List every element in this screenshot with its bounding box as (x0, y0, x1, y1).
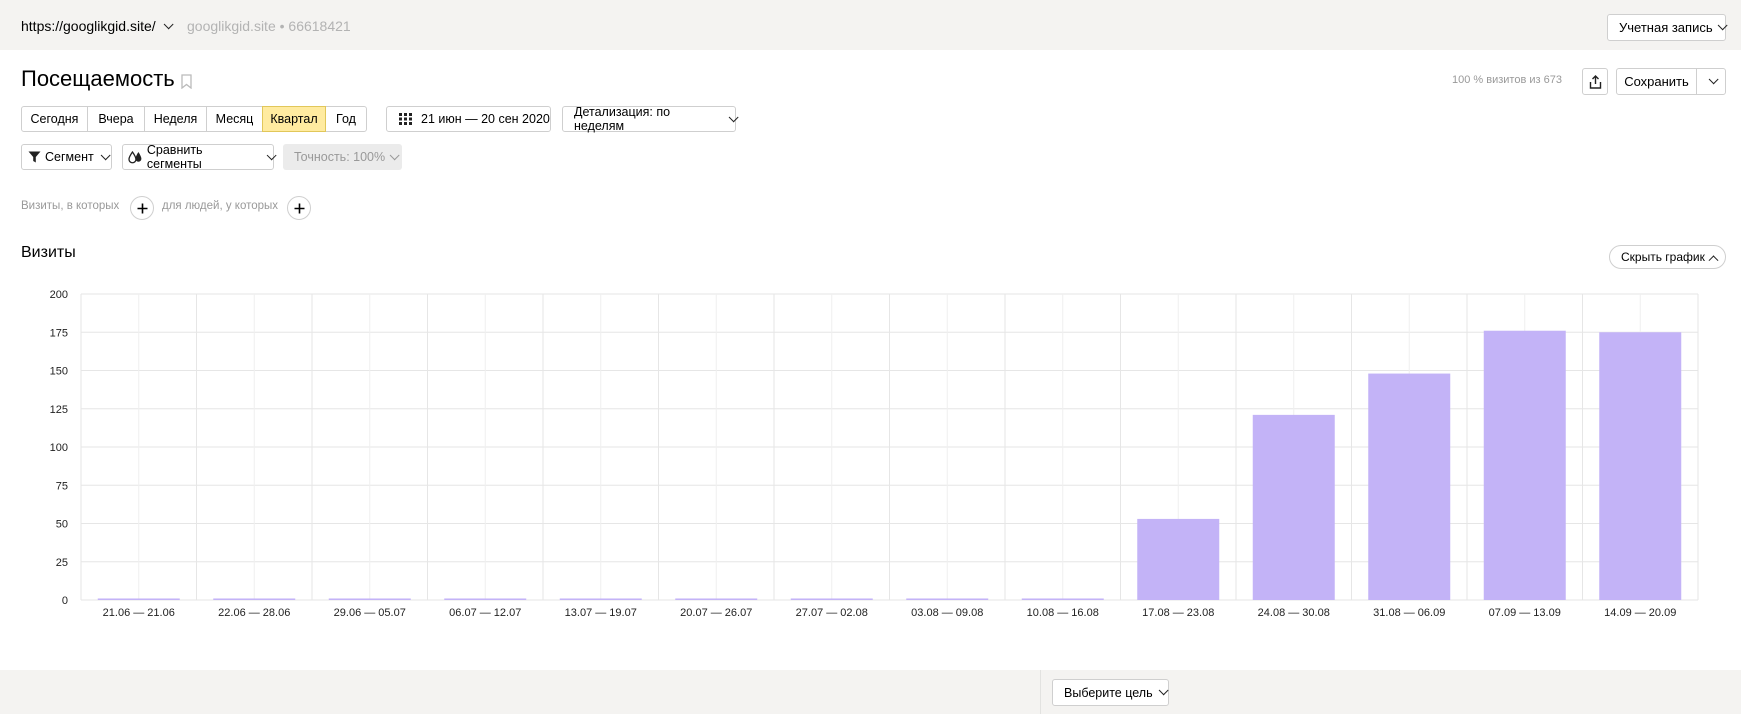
x-tick-label: 27.07 — 02.08 (796, 607, 868, 619)
chevron-up-icon (1708, 254, 1719, 265)
x-tick-label: 21.06 — 21.06 (103, 607, 175, 619)
save-button[interactable]: Сохранить (1616, 68, 1697, 95)
top-bar: https://googlikgid.site/ googlikgid.site… (0, 0, 1741, 50)
period-button[interactable]: Неделя (144, 106, 207, 132)
x-tick-label: 10.08 — 16.08 (1027, 607, 1099, 619)
save-menu-button[interactable] (1696, 68, 1726, 95)
bar (213, 598, 296, 600)
chevron-down-icon (1717, 20, 1728, 31)
visits-condition-label: Визиты, в которых (21, 200, 120, 212)
segment-label: Сегмент (45, 150, 94, 164)
chart-title: Визиты (21, 244, 76, 261)
segment-button[interactable]: Сегмент (21, 144, 112, 170)
bookmark-icon[interactable] (181, 74, 192, 89)
calendar-icon (399, 113, 412, 125)
x-tick-label: 03.08 — 09.08 (911, 607, 983, 619)
plus-icon (294, 203, 304, 213)
bar (906, 598, 989, 600)
period-selector: Сегодня Вчера Неделя Месяц Квартал Год (21, 106, 367, 132)
x-tick-label: 24.08 — 30.08 (1258, 607, 1330, 619)
y-tick-label: 50 (56, 519, 68, 531)
x-tick-label: 29.06 — 05.07 (334, 607, 406, 619)
bar (97, 598, 180, 600)
chevron-down-icon (163, 18, 174, 29)
chevron-down-icon (728, 111, 739, 122)
chevron-down-icon (1158, 685, 1169, 696)
y-tick-label: 100 (50, 442, 68, 454)
hide-chart-label: Скрыть график (1621, 250, 1705, 264)
y-tick-label: 75 (56, 480, 68, 492)
period-button[interactable]: Месяц (206, 106, 263, 132)
date-range-label: 21 июн — 20 сен 2020 (421, 112, 550, 126)
y-tick-label: 25 (56, 557, 68, 569)
share-button[interactable] (1582, 68, 1608, 95)
people-condition-label: для людей, у которых (162, 200, 279, 212)
account-button-label: Учетная запись (1619, 20, 1713, 35)
accuracy-label: Точность: 100% (294, 150, 386, 164)
goal-label: Выберите цель (1064, 685, 1153, 700)
period-button[interactable]: Квартал (262, 106, 326, 132)
detail-label: Детализация: по неделям (574, 105, 671, 133)
plus-icon (137, 203, 147, 213)
chevron-down-icon (1708, 74, 1719, 85)
filter-icon (28, 151, 41, 163)
x-tick-label: 06.07 — 12.07 (449, 607, 521, 619)
x-tick-label: 14.09 — 20.09 (1604, 607, 1676, 619)
chevron-down-icon (100, 149, 111, 160)
period-button[interactable]: Вчера (87, 106, 145, 132)
bar (1368, 373, 1451, 600)
bar (559, 598, 642, 600)
y-tick-label: 175 (50, 327, 68, 339)
site-meta: googlikgid.site • 66618421 (187, 18, 351, 34)
bar (1599, 332, 1682, 600)
add-visit-condition-button[interactable] (130, 196, 154, 220)
accuracy-selector: Точность: 100% (283, 144, 402, 170)
bar (1021, 598, 1104, 600)
bar (1483, 330, 1566, 600)
y-tick-label: 0 (62, 595, 68, 607)
y-tick-label: 125 (50, 404, 68, 416)
bar (328, 598, 411, 600)
date-range-button[interactable]: 21 июн — 20 сен 2020 (386, 106, 551, 132)
bar (790, 598, 873, 600)
detail-selector[interactable]: Детализация: по неделям (562, 105, 739, 133)
site-url-label: https://googlikgid.site/ (21, 18, 156, 34)
bar (1137, 518, 1220, 600)
x-tick-label: 17.08 — 23.08 (1142, 607, 1214, 619)
share-icon (1589, 74, 1601, 89)
chevron-down-icon (389, 149, 400, 160)
x-tick-label: 13.07 — 19.07 (565, 607, 637, 619)
x-tick-label: 20.07 — 26.07 (680, 607, 752, 619)
period-button[interactable]: Сегодня (21, 106, 88, 132)
x-tick-label: 07.09 — 13.09 (1489, 607, 1561, 619)
goal-selector[interactable]: Выберите цель (1052, 679, 1169, 706)
bar (675, 598, 758, 600)
visits-summary: 100 % визитов из 673 (1452, 74, 1562, 86)
page-title: Посещаемость (21, 66, 175, 91)
y-tick-label: 150 (50, 366, 68, 378)
bar (444, 598, 527, 600)
add-people-condition-button[interactable] (287, 196, 311, 220)
x-tick-label: 22.06 — 28.06 (218, 607, 290, 619)
period-button[interactable]: Год (325, 106, 367, 132)
bottom-divider (1040, 670, 1041, 714)
chevron-down-icon (266, 149, 277, 160)
compare-label: Сравнить сегменты (146, 143, 203, 171)
y-tick-label: 200 (50, 289, 68, 301)
compare-segments-button[interactable]: Сравнить сегменты (122, 143, 277, 171)
x-tick-label: 31.08 — 06.09 (1373, 607, 1445, 619)
bottom-bar (0, 670, 1741, 714)
account-button[interactable]: Учетная запись (1607, 14, 1728, 41)
hide-chart-button[interactable]: Скрыть график (1609, 245, 1726, 269)
site-selector[interactable]: https://googlikgid.site/ (21, 18, 174, 34)
visits-bar-chart: 0 25 50 75 100 125 150 175 200 21.06 — 21.06 22.06… (50, 289, 1699, 619)
bar (1252, 414, 1335, 600)
compare-icon (128, 150, 142, 163)
